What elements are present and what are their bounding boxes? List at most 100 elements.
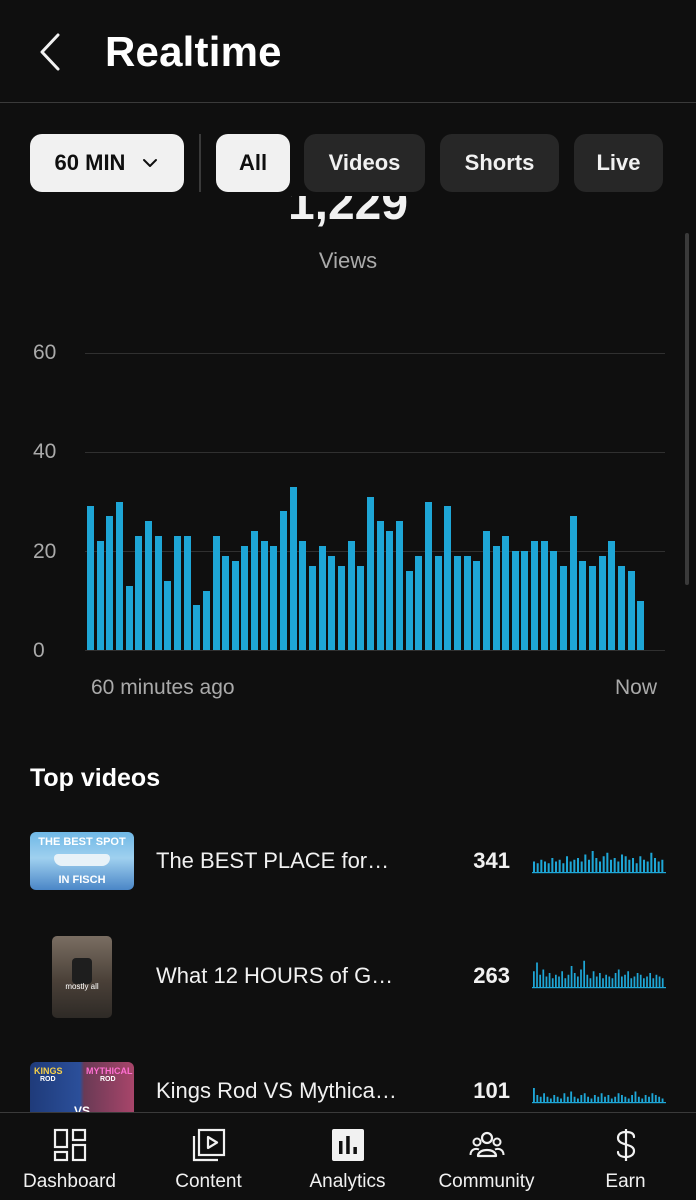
earn-icon (616, 1129, 635, 1161)
sparkline-bar (553, 1095, 556, 1102)
chart-bar (473, 560, 481, 650)
chart-bar (608, 541, 616, 650)
views-label: Views (318, 248, 378, 273)
sparkline-bar (580, 969, 582, 987)
sparkline-bar (536, 962, 538, 987)
scrollbar[interactable] (685, 233, 689, 585)
sparkline-bar (573, 973, 576, 987)
chart-bar (241, 546, 249, 650)
nav-content[interactable]: Content (139, 1113, 278, 1200)
sparkline-bar (583, 960, 586, 987)
chart-bar (550, 551, 558, 650)
sparkline-bar (570, 966, 573, 987)
sparkline-bar (566, 856, 569, 872)
chart-bar (347, 541, 355, 650)
nav-community[interactable]: Community (417, 1113, 556, 1200)
video-thumbnail: THE BEST SPOT IN FISCH (30, 832, 134, 890)
sparkline-bar (592, 971, 595, 987)
time-range-label: 60 MIN (54, 150, 126, 175)
sparkline-bar (533, 861, 536, 872)
sparkline-bar (634, 1091, 637, 1102)
nav-earn[interactable]: Earn (556, 1113, 695, 1200)
sparkline-bar (536, 1095, 539, 1102)
sparkline-bar (661, 859, 664, 872)
sparkline-bar (589, 978, 592, 987)
chart-bar (173, 536, 181, 650)
chart-bar (183, 536, 191, 650)
filter-chip-videos[interactable]: Videos (304, 134, 425, 192)
video-title: What 12 HOURS of G… (156, 963, 394, 988)
chart-bar (202, 590, 210, 650)
chart-bar (125, 585, 133, 650)
total-views-container: 1,229 (0, 196, 696, 238)
chart-bar (367, 496, 374, 650)
chart-bar (357, 565, 365, 650)
sparkline-baseline (532, 1102, 666, 1104)
sparkline-bar (561, 971, 564, 987)
sparkline-baseline (532, 987, 666, 989)
nav-label: Content (175, 1171, 242, 1192)
sparkline-bar (641, 1098, 644, 1102)
y-tick-label: 40 (33, 440, 57, 463)
sparkline-bar (617, 969, 620, 987)
sparkline-bar (610, 859, 613, 872)
sparkline-bar (607, 1095, 610, 1102)
sparkline-bar (549, 1098, 552, 1102)
video-views: 341 (473, 848, 510, 873)
sparkline-bar (610, 1098, 613, 1102)
chart-bar (135, 536, 143, 650)
nav-label: Earn (605, 1171, 646, 1192)
sparkline-bar (617, 861, 620, 872)
top-video-row[interactable]: mostly all What 12 HOURS of G… 263 (0, 931, 696, 1021)
top-videos-heading: Top videos (30, 764, 161, 792)
realtime-views-chart: 60 40 20 0 60 minutes ago Now (0, 330, 696, 710)
chart-bar (212, 536, 220, 650)
sparkline-bar (580, 861, 583, 872)
chart-bar (115, 501, 123, 650)
sparkline-bar (539, 974, 542, 987)
chart-bar (424, 501, 432, 650)
chart-bar (106, 516, 114, 650)
back-arrow-icon[interactable] (32, 30, 72, 74)
sparkline-bar (543, 1093, 546, 1102)
thumbnail-boat (54, 854, 110, 866)
sparkline-bar (555, 974, 557, 987)
chart-bar (502, 536, 510, 650)
y-tick-label: 60 (33, 341, 57, 364)
sparkline-bar (548, 973, 551, 987)
thumbnail-text: ROD (100, 1076, 116, 1083)
chart-bar (492, 546, 500, 650)
nav-dashboard[interactable]: Dashboard (0, 1113, 139, 1200)
nav-analytics[interactable]: Analytics (278, 1113, 417, 1200)
filter-chip-shorts[interactable]: Shorts (440, 134, 559, 192)
top-video-row[interactable]: THE BEST SPOT IN FISCH The BEST PLACE fo… (0, 816, 696, 906)
video-sparkline (532, 1074, 666, 1104)
time-range-dropdown[interactable]: 60 MIN (30, 134, 184, 192)
sparkline-bar (657, 861, 660, 872)
sparkline-bar (646, 861, 649, 872)
video-title: Kings Rod VS Mythica… (156, 1078, 397, 1103)
sparkline-bar (536, 863, 539, 872)
sparkline-bar (539, 1096, 542, 1102)
chart-bar (87, 506, 94, 650)
chart-bar (260, 541, 268, 650)
chart-bar (482, 531, 490, 650)
chart-bar (318, 546, 326, 650)
chart-gridline (85, 551, 665, 552)
chart-bar (560, 565, 568, 650)
sparkline-bar (648, 1096, 650, 1102)
chart-bar (531, 541, 539, 650)
content-icon (192, 1128, 225, 1162)
chart-bar (144, 521, 152, 650)
filter-chip-live[interactable]: Live (574, 134, 663, 192)
filter-divider (199, 134, 201, 192)
thumbnail-figure (72, 958, 92, 984)
filter-chip-all[interactable]: All (216, 134, 290, 192)
sparkline-bar (599, 973, 601, 987)
sparkline-bar (551, 978, 554, 987)
page-title: Realtime (105, 28, 282, 75)
chart-bar (376, 521, 384, 650)
chart-bar (598, 555, 606, 650)
sparkline-bar (558, 859, 561, 872)
sparkline-bar (577, 858, 580, 872)
